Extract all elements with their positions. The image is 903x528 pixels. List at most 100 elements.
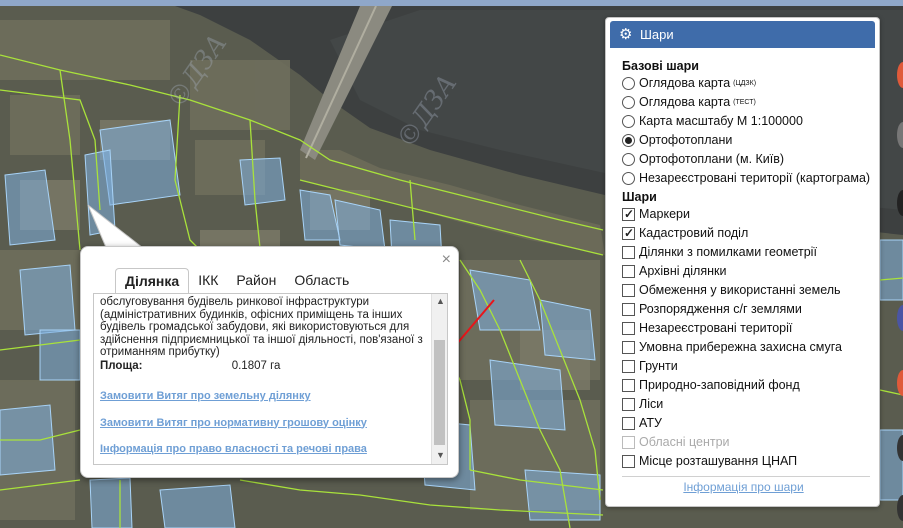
radio-button[interactable] [622, 153, 635, 166]
overlay-layer-label: Грунти [639, 359, 678, 373]
ownership-info-link[interactable]: Інформація про право власності та речові… [100, 443, 424, 456]
overlay-layer-label: Маркери [639, 207, 690, 221]
overlay-layers-list: Маркери Кадастровий поділ Ділянки з помилк… [622, 205, 877, 471]
scroll-down-icon[interactable]: ▼ [436, 450, 445, 460]
overlay-layers-heading: Шари [622, 190, 657, 204]
overlay-layer-option[interactable]: Природно-заповідний фонд [622, 376, 877, 395]
control-icon[interactable] [897, 190, 903, 216]
checkbox[interactable] [622, 379, 635, 392]
area-label: Площа: [100, 359, 143, 372]
overlay-layer-label: Кадастровий поділ [639, 226, 749, 240]
overlay-layer-option[interactable]: Грунти [622, 357, 877, 376]
tab-region[interactable]: Область [285, 268, 358, 294]
close-icon[interactable]: × [442, 252, 451, 268]
overlay-layer-label: Обласні центри [639, 435, 730, 449]
top-bar [0, 0, 903, 6]
checkbox[interactable] [622, 246, 635, 259]
base-layer-option[interactable]: Оглядова карта (ТЕСТ) [622, 93, 877, 112]
base-layer-label: Ортофотоплани (м. Київ) [639, 152, 785, 166]
overlay-layer-option[interactable]: Ділянки з помилками геометрії [622, 243, 877, 262]
control-icon[interactable] [897, 435, 903, 461]
control-icon[interactable] [897, 370, 903, 396]
checkbox[interactable] [622, 341, 635, 354]
base-layer-label: Ортофотоплани [639, 133, 733, 147]
overlay-layer-label: Обмеження у використанні земель [639, 283, 841, 297]
checkbox [622, 436, 635, 449]
scroll-up-icon[interactable]: ▲ [436, 296, 445, 306]
radio-button[interactable] [622, 96, 635, 109]
layers-list: Базові шари Оглядова карта (ЦДЗК) Оглядова… [622, 58, 877, 471]
base-layers-heading: Базові шари [622, 59, 699, 73]
checkbox[interactable] [622, 322, 635, 335]
overlay-layer-label: Умовна прибережна захисна смуга [639, 340, 842, 354]
checkbox[interactable] [622, 224, 635, 243]
base-layer-label: Карта масштабу М 1:100000 [639, 114, 803, 128]
base-layer-source: (ТЕСТ) [733, 98, 756, 106]
divider [622, 476, 870, 477]
overlay-layer-label: Архівні ділянки [639, 264, 727, 278]
layers-info-link[interactable]: Інформація про шари [606, 480, 881, 494]
checkbox[interactable] [622, 303, 635, 316]
overlay-layer-label: Незареєстровані території [639, 321, 793, 335]
base-layer-option[interactable]: Ортофотоплани [622, 131, 877, 150]
radio-button[interactable] [622, 77, 635, 90]
checkbox[interactable] [622, 398, 635, 411]
overlay-layer-label: Розпорядження с/г землями [639, 302, 802, 316]
overlay-layer-option[interactable]: Архівні ділянки [622, 262, 877, 281]
base-layer-label: Оглядова карта [639, 76, 731, 90]
overlay-layer-label: АТУ [639, 416, 662, 430]
base-layer-option[interactable]: Оглядова карта (ЦДЗК) [622, 74, 877, 93]
order-parcel-extract-link[interactable]: Замовити Витяг про земельну ділянку [100, 390, 424, 403]
overlay-layer-option[interactable]: Маркери [622, 205, 877, 224]
layers-panel-header[interactable]: ⚙ Шари [610, 21, 875, 48]
parcel-details-pane[interactable]: обслуговування будівель ринкової інфраст… [93, 293, 448, 465]
parcel-details: обслуговування будівель ринкової інфраст… [100, 296, 424, 456]
purpose-description: обслуговування будівель ринкової інфраст… [100, 296, 423, 358]
radio-button[interactable] [622, 134, 635, 147]
scrollbar-thumb[interactable] [434, 340, 445, 445]
gear-icon: ⚙ [619, 26, 633, 43]
checkbox[interactable] [622, 205, 635, 224]
overlay-layer-option: Обласні центри [622, 433, 877, 452]
radio-button[interactable] [622, 172, 635, 185]
overlay-layer-option[interactable]: Умовна прибережна захисна смуга [622, 338, 877, 357]
control-icon[interactable] [897, 62, 903, 88]
overlay-layer-option[interactable]: АТУ [622, 414, 877, 433]
overlay-layer-label: Ліси [639, 397, 664, 411]
checkbox[interactable] [622, 265, 635, 278]
base-layer-label: Незареєстровані території (картограма) [639, 171, 871, 185]
area-value: 0.1807 га [231, 359, 281, 372]
layers-panel: ⚙ Шари Базові шари Оглядова карта (ЦДЗК) О… [605, 17, 880, 507]
overlay-layer-option[interactable]: Незареєстровані території [622, 319, 877, 338]
parcel-info-popup: × Ділянка ІКК Район Область обслуговуван… [80, 246, 459, 478]
overlay-layer-label: Ділянки з помилками геометрії [639, 245, 817, 259]
tab-district[interactable]: Район [227, 268, 285, 294]
checkbox[interactable] [622, 284, 635, 297]
overlay-layer-label: Місце розташування ЦНАП [639, 454, 798, 468]
control-icon[interactable] [897, 122, 903, 148]
overlay-layer-option[interactable]: Розпорядження с/г землями [622, 300, 877, 319]
overlay-layer-option[interactable]: Обмеження у використанні земель [622, 281, 877, 300]
checkbox[interactable] [622, 455, 635, 468]
overlay-layer-label: Природно-заповідний фонд [639, 378, 800, 392]
base-layer-option[interactable]: Ортофотоплани (м. Київ) [622, 150, 877, 169]
overlay-layer-option[interactable]: Місце розташування ЦНАП [622, 452, 877, 471]
checkbox[interactable] [622, 417, 635, 430]
control-icon[interactable] [897, 495, 903, 521]
tab-parcel[interactable]: Ділянка [115, 268, 190, 294]
control-icon[interactable] [897, 305, 903, 331]
popup-scrollbar[interactable]: ▲ ▼ [431, 294, 447, 464]
radio-button[interactable] [622, 115, 635, 128]
base-layer-option[interactable]: Карта масштабу М 1:100000 [622, 112, 877, 131]
checkbox[interactable] [622, 360, 635, 373]
popup-tabs: Ділянка ІКК Район Область [115, 267, 358, 294]
overlay-layer-option[interactable]: Ліси [622, 395, 877, 414]
tab-ikk[interactable]: ІКК [189, 268, 227, 294]
overlay-layer-option[interactable]: Кадастровий поділ [622, 224, 877, 243]
base-layer-option[interactable]: Незареєстровані території (картограма) [622, 169, 877, 188]
area-row: Площа: 0.1807 га [100, 360, 424, 373]
base-layer-source: (ЦДЗК) [733, 79, 757, 87]
base-layers-list: Оглядова карта (ЦДЗК) Оглядова карта (ТЕСТ)… [622, 74, 877, 188]
order-valuation-extract-link[interactable]: Замовити Витяг про нормативну грошову оц… [100, 417, 424, 430]
layers-panel-title: Шари [640, 27, 674, 42]
